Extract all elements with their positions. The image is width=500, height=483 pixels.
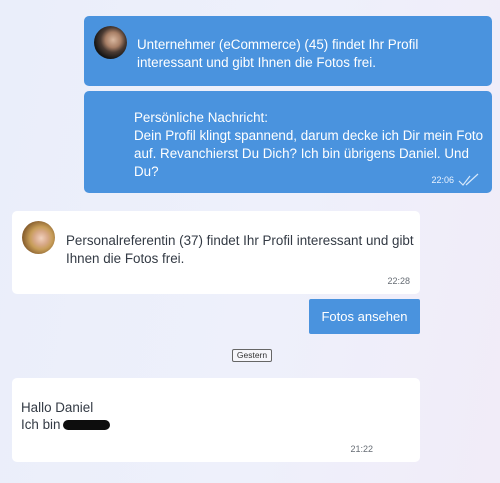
message-body: Dein Profil klingt spannend, darum decke…: [134, 128, 484, 179]
message-line: Hallo Daniel: [21, 400, 94, 415]
message-text: Personalreferentin (37) findet Ihr Profi…: [66, 233, 414, 266]
message-bubble-incoming: Personalreferentin (37) findet Ihr Profi…: [12, 211, 420, 294]
double-check-icon: [458, 173, 479, 186]
view-photos-button[interactable]: Fotos ansehen: [309, 299, 420, 334]
avatar[interactable]: [22, 221, 55, 254]
message-time: 22:28: [387, 276, 410, 286]
message-time: 22:06: [431, 175, 454, 185]
message-line-2: Ich bin: [21, 416, 401, 433]
message-bubble-outgoing: Persönliche Nachricht: Dein Profil kling…: [84, 91, 492, 193]
message-text: Unternehmer (eCommerce) (45) findet Ihr …: [137, 37, 419, 70]
date-separator: Gestern: [232, 349, 272, 362]
avatar[interactable]: [94, 26, 127, 59]
message-heading: Persönliche Nachricht:: [134, 110, 268, 125]
redacted-block: [63, 420, 111, 431]
message-text: Persönliche Nachricht: Dein Profil kling…: [134, 109, 486, 181]
message-time: 21:22: [350, 444, 373, 454]
message-line-text: Ich bin: [21, 417, 61, 432]
message-bubble-incoming: Hallo Daniel Ich bin 21:22: [12, 378, 420, 462]
message-bubble-outgoing: Unternehmer (eCommerce) (45) findet Ihr …: [84, 16, 492, 86]
message-text: Hallo Daniel Ich bin: [21, 399, 401, 433]
